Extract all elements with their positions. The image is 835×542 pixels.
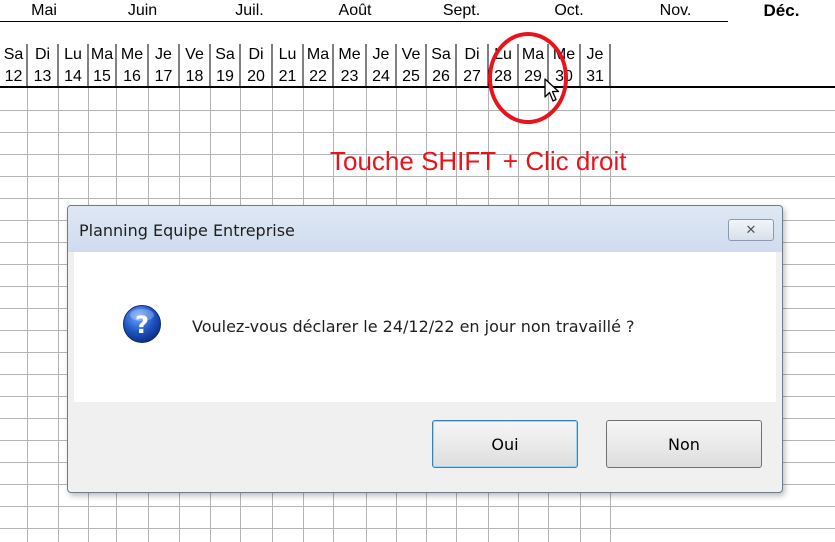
dialog-titlebar[interactable]: Planning Equipe Entreprise ✕ — [68, 206, 782, 252]
dialog-title: Planning Equipe Entreprise — [79, 221, 295, 240]
dialog-body: ? Voulez-vous déclarer le 24/12/22 en jo… — [74, 252, 776, 402]
oui-button[interactable]: Oui — [432, 420, 578, 468]
close-button[interactable]: ✕ — [728, 219, 774, 241]
question-icon: ? — [123, 305, 161, 343]
tab-2[interactable]: Juin — [88, 0, 197, 22]
tab-7[interactable]: Nov. — [623, 0, 728, 22]
tab-6[interactable]: Oct. — [515, 0, 623, 22]
tab-3[interactable]: Juil. — [197, 0, 302, 22]
tab-4[interactable]: Août — [302, 0, 408, 22]
tab-1[interactable]: Mai — [0, 0, 88, 22]
non-button[interactable]: Non — [606, 420, 762, 468]
day-header-lines — [0, 44, 835, 88]
tab-5[interactable]: Sept. — [408, 0, 515, 22]
dialog-footer: Oui Non — [74, 402, 776, 488]
close-icon: ✕ — [745, 222, 757, 237]
day-header: Sa 12 Di 13 Lu 14 Ma 15 Me 16 Je 17 Ve 18 Sa 19 Di 20 Lu 21… — [0, 44, 835, 88]
tab-8[interactable]: Déc. — [728, 0, 835, 22]
dialog-message: Voulez-vous déclarer le 24/12/22 en jour… — [192, 317, 635, 336]
shift-click-annotation: Touche SHIFT + Clic droit — [330, 146, 627, 176]
month-tabs: Mai Juin Juil. Août Sept. Oct. Nov. Déc. — [0, 0, 835, 44]
svg-text:?: ? — [135, 311, 149, 339]
confirm-dialog: Planning Equipe Entreprise ✕ ? Voulez-vo… — [67, 205, 783, 493]
mouse-cursor-icon — [544, 78, 560, 102]
